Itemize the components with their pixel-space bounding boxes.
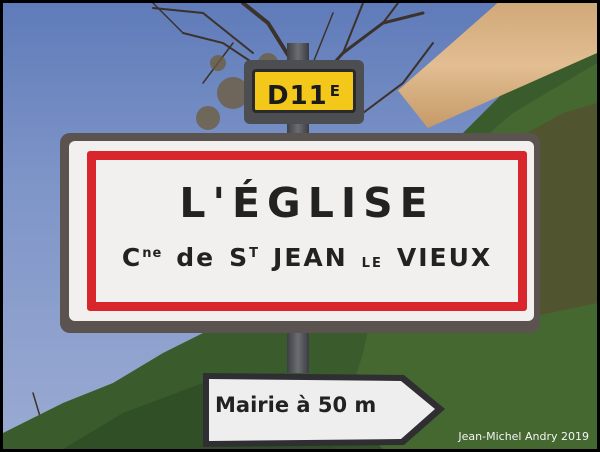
le: LE <box>361 256 383 271</box>
saint: S <box>229 243 250 272</box>
road-code-suffix: E <box>329 82 341 100</box>
road-code: D11 <box>266 81 328 111</box>
commune-de: de <box>176 243 216 272</box>
vieux: VIEUX <box>396 243 493 272</box>
road-number-sign: D11 E <box>252 69 356 113</box>
photo-scene: D11 E L'ÉGLISE Cne de ST JEAN LE VIEUX Mairie … <box>3 3 597 449</box>
commune-line: Cne de ST JEAN LE VIEUX <box>87 243 527 272</box>
commune-prefix-sup: ne <box>142 246 163 261</box>
direction-text: Mairie à 50 m <box>215 393 377 417</box>
town-name: L'ÉGLISE <box>179 179 435 227</box>
town-sign-red-border <box>87 151 527 311</box>
photo-credit: Jean-Michel Andry 2019 <box>458 430 589 443</box>
commune-prefix: C <box>121 243 143 272</box>
jean: JEAN <box>273 243 348 272</box>
saint-sup: T <box>249 246 260 261</box>
